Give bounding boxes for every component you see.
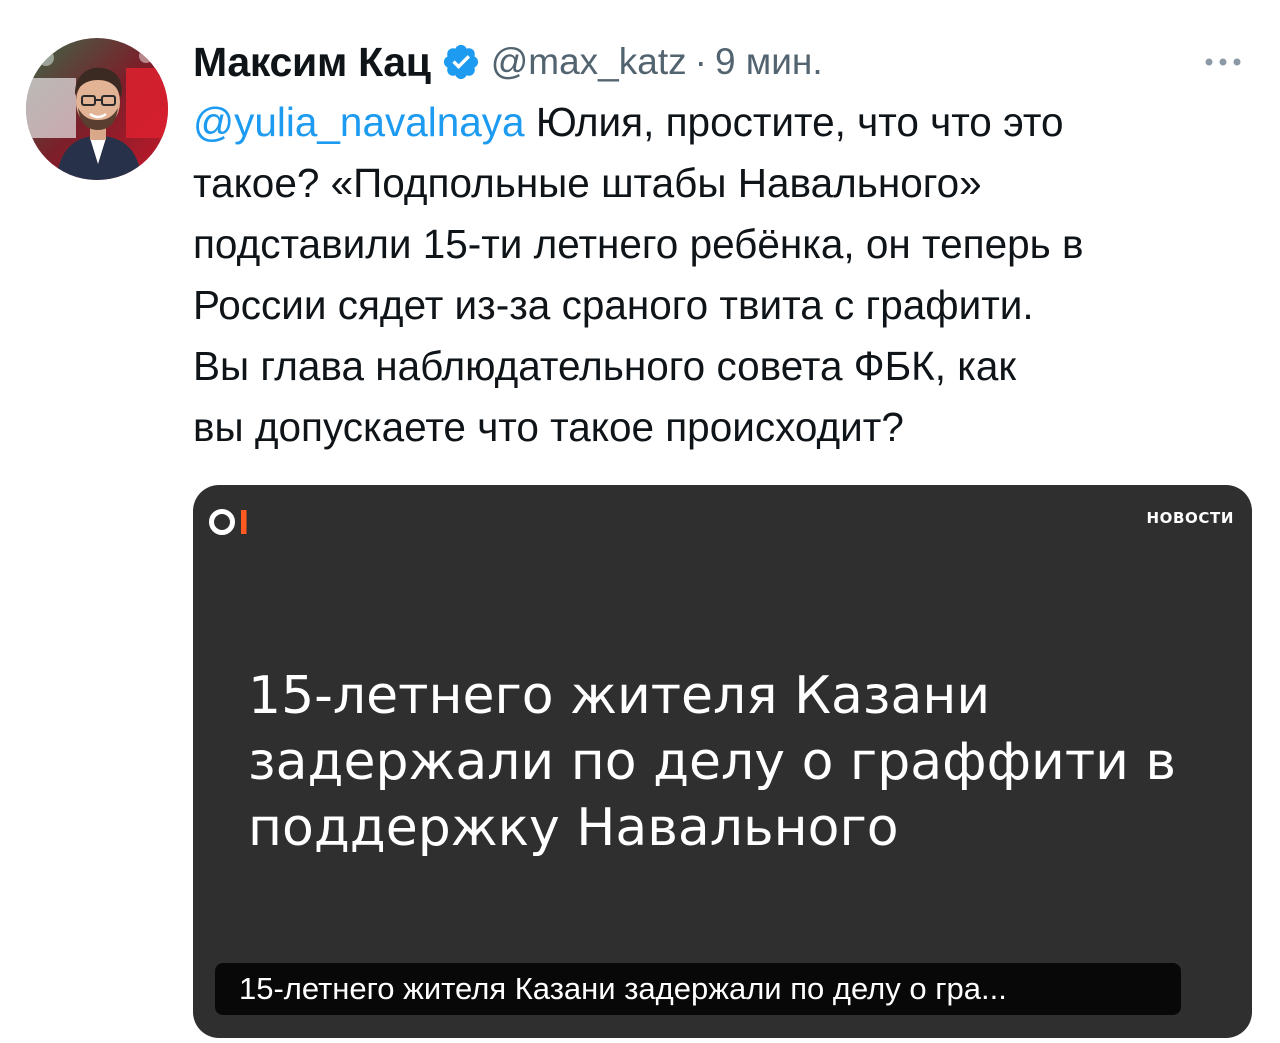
tweet[interactable]: Максим Кац @max_katz · 9 мин. @yulia_nav…	[0, 0, 1280, 1043]
tweet-line-1: @yulia_navalnaya Юлия, простите, что что…	[193, 92, 1268, 153]
tweet-line-2: такое? «Подпольные штабы Навального»	[193, 160, 982, 206]
media-card[interactable]: НОВОСТИ 15-летнего жителя Казани задержа…	[193, 485, 1252, 1038]
avatar[interactable]	[26, 38, 168, 180]
verified-badge-icon[interactable]	[441, 42, 481, 82]
media-tag: НОВОСТИ	[1146, 509, 1234, 527]
media-headline: 15-летнего жителя Казани задержали по де…	[248, 663, 1228, 861]
tweet-line-4: России сядет из-за сраного твита с графи…	[193, 282, 1034, 328]
media-caption[interactable]: 15-летнего жителя Казани задержали по де…	[215, 963, 1181, 1015]
media-headline-line: задержали по делу о граффити в	[248, 732, 1177, 792]
author-display-name[interactable]: Максим Кац	[193, 39, 431, 86]
tweet-header: Максим Кац @max_katz · 9 мин.	[193, 36, 1253, 88]
mention-link[interactable]: @yulia_navalnaya	[193, 99, 525, 145]
author-handle[interactable]: @max_katz	[491, 41, 687, 83]
tweet-text-segment: Юлия, простите, что что это	[524, 99, 1064, 145]
more-horizontal-icon[interactable]	[1193, 42, 1253, 82]
tweet-text: @yulia_navalnaya Юлия, простите, что что…	[193, 92, 1268, 458]
avatar-photo	[26, 38, 168, 180]
media-logo-icon	[208, 502, 268, 542]
tweet-line-5: Вы глава наблюдательного совета ФБК, как	[193, 343, 1017, 389]
separator-dot: ·	[694, 41, 707, 82]
media-headline-line: 15-летнего жителя Казани	[248, 666, 991, 726]
media-headline-line: поддержку Навального	[248, 798, 899, 858]
tweet-line-6: вы допускаете что такое происходит?	[193, 404, 904, 450]
tweet-line-3: подставили 15-ти летнего ребёнка, он теп…	[193, 221, 1084, 267]
tweet-timestamp[interactable]: 9 мин.	[715, 41, 823, 83]
